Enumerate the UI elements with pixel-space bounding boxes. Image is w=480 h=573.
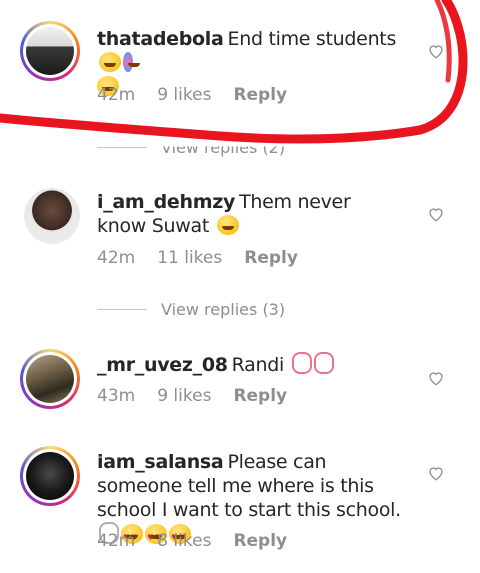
reply-button[interactable]: Reply [233, 85, 287, 105]
comment-likes[interactable]: 9 likes [157, 386, 211, 406]
avatar[interactable] [20, 21, 80, 81]
comment-body: End time students [227, 28, 397, 50]
laughing-emoji-icon [216, 215, 239, 235]
heart-outline-icon[interactable] [427, 464, 445, 482]
reply-button[interactable]: Reply [233, 386, 287, 406]
comment-meta: 43m 9 likes Reply [97, 386, 309, 406]
avatar[interactable] [24, 188, 84, 248]
view-replies-label: View replies (2) [161, 138, 286, 157]
comment-likes[interactable]: 9 likes [157, 85, 211, 105]
comment-time: 42m [97, 248, 136, 268]
comment-meta: 42m 11 likes Reply [97, 248, 320, 268]
comment-time: 42m [97, 531, 136, 551]
laughing-emoji-icon [123, 52, 140, 72]
ok-hand-emoji-icon [291, 352, 312, 374]
comment-meta: 42m 8 likes Reply [97, 531, 309, 551]
comment-username[interactable]: i_am_dehmzy [97, 191, 235, 213]
comment-likes[interactable]: 11 likes [157, 248, 222, 268]
avatar[interactable] [20, 446, 80, 506]
comment-time: 42m [97, 85, 136, 105]
divider-line [97, 309, 147, 310]
heart-outline-icon[interactable] [427, 205, 445, 223]
heart-outline-icon[interactable] [427, 369, 445, 387]
comment-username[interactable]: iam_salansa [97, 451, 224, 473]
comment-time: 43m [97, 386, 136, 406]
divider-line [97, 147, 147, 148]
laughing-emoji-icon [99, 52, 121, 72]
ok-hand-emoji-icon [313, 352, 334, 374]
comment-body: Randi [231, 354, 285, 376]
comment-likes[interactable]: 8 likes [157, 531, 211, 551]
reply-button[interactable]: Reply [233, 531, 287, 551]
view-replies-button[interactable]: View replies (2) [97, 138, 285, 157]
heart-outline-icon[interactable] [427, 42, 445, 60]
comment-text: i_am_dehmzy Them never know Suwat [97, 190, 402, 238]
view-replies-button[interactable]: View replies (3) [97, 300, 285, 319]
comment-meta: 42m 9 likes Reply [97, 85, 309, 105]
comment-username[interactable]: thatadebola [97, 28, 224, 50]
reply-button[interactable]: Reply [244, 248, 298, 268]
view-replies-label: View replies (3) [161, 300, 286, 319]
comment-text: _mr_uvez_08 Randi [97, 352, 402, 377]
avatar[interactable] [20, 349, 80, 409]
comment-username[interactable]: _mr_uvez_08 [97, 354, 228, 376]
